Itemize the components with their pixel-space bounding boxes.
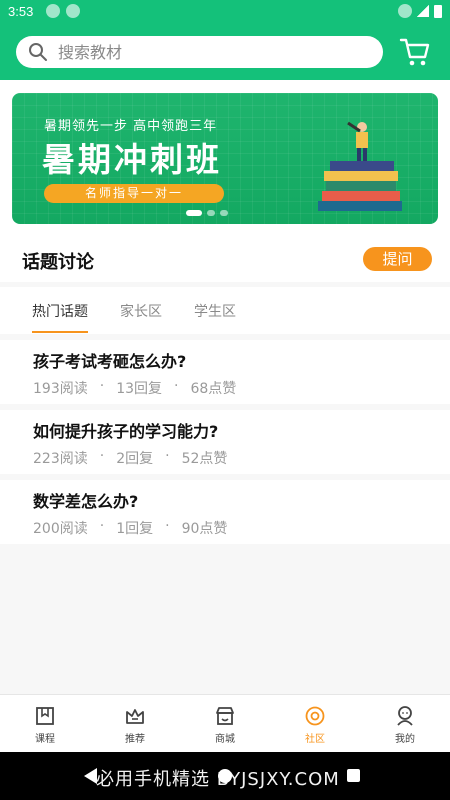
system-nav-bar: 必用手机精选 BYJSJXY.COM (0, 752, 450, 800)
post-reads: 193阅读 (33, 381, 88, 397)
nav-label: 我的 (395, 734, 415, 745)
post-likes: 68点赞 (190, 381, 237, 397)
post-title: 数学差怎么办? (33, 492, 139, 511)
banner-subtitle: 暑期领先一步 高中领跑三年 (44, 119, 218, 134)
tab-hot-topics[interactable]: 热门话题 (32, 301, 88, 321)
promo-banner[interactable]: 暑期领先一步 高中领跑三年 暑期冲刺班 名师指导一对一 (12, 93, 438, 224)
banner-pill: 名师指导一对一 (44, 184, 224, 203)
course-icon (36, 707, 54, 725)
post-reads: 200阅读 (33, 521, 88, 537)
app-header: 3:53 (0, 0, 450, 80)
nav-item-profile[interactable]: 我的 (360, 695, 450, 752)
recent-apps-icon[interactable] (347, 769, 360, 782)
nav-label: 推荐 (125, 734, 145, 745)
tab-parents[interactable]: 家长区 (120, 301, 162, 321)
topic-header: 话题讨论 提问 (0, 236, 450, 282)
tab-students[interactable]: 学生区 (194, 301, 236, 321)
post-replies: 1回复 (116, 521, 154, 537)
crown-icon (126, 709, 144, 724)
carousel-indicator (186, 210, 228, 216)
bottom-nav: 课程 推荐 商城 社区 我的 (0, 694, 450, 752)
status-time: 3:53 (8, 4, 34, 19)
cart-icon[interactable] (399, 36, 431, 68)
nav-item-community[interactable]: 社区 (270, 695, 360, 752)
meta-separator: · (174, 378, 179, 394)
post-replies: 2回复 (116, 451, 154, 467)
list-item[interactable]: 孩子考试考砸怎么办? 193阅读 · 13回复 · 68点赞 (0, 340, 450, 404)
meta-separator: · (99, 448, 105, 464)
nav-label: 商城 (215, 734, 235, 745)
carousel-dot[interactable] (186, 210, 202, 216)
books-illustration (318, 121, 402, 211)
list-item[interactable]: 如何提升孩子的学习能力? 223阅读 · 2回复 · 52点赞 (0, 410, 450, 474)
nav-item-store[interactable]: 商城 (180, 695, 270, 752)
active-tab-indicator (32, 331, 88, 333)
wifi-icon (398, 4, 412, 18)
community-icon (305, 706, 325, 726)
ask-question-button[interactable]: 提问 (363, 247, 432, 271)
nav-item-recommend[interactable]: 推荐 (90, 695, 180, 752)
search-input[interactable] (58, 42, 358, 62)
watermark: 必用手机精选 BYJSJXY.COM (96, 769, 340, 790)
post-title: 孩子考试考砸怎么办? (33, 352, 187, 371)
post-title: 如何提升孩子的学习能力? (33, 422, 219, 441)
battery-icon (434, 4, 442, 18)
search-bar[interactable] (16, 36, 383, 68)
carousel-dot[interactable] (207, 210, 215, 216)
post-reads: 223阅读 (33, 451, 88, 467)
post-likes: 90点赞 (181, 521, 228, 537)
profile-icon (397, 706, 413, 726)
meta-separator: · (165, 448, 170, 464)
store-icon (216, 707, 234, 725)
section-title: 话题讨论 (22, 252, 94, 273)
search-icon (29, 43, 47, 61)
status-bar: 3:53 (0, 0, 450, 24)
meta-separator: · (99, 518, 105, 534)
carousel-dot[interactable] (220, 210, 228, 216)
wifi-alert-icon (46, 4, 60, 18)
nav-label: 社区 (305, 734, 325, 745)
post-replies: 13回复 (116, 381, 163, 397)
signal-icon (417, 5, 429, 17)
banner-title: 暑期冲刺班 (42, 140, 222, 179)
app-notification-icon (66, 4, 80, 18)
meta-separator: · (165, 518, 170, 534)
list-item[interactable]: 数学差怎么办? 200阅读 · 1回复 · 90点赞 (0, 480, 450, 544)
nav-label: 课程 (35, 734, 55, 745)
post-likes: 52点赞 (181, 451, 228, 467)
meta-separator: · (99, 378, 105, 394)
topic-tabs: 热门话题 家长区 学生区 (0, 287, 450, 334)
nav-item-course[interactable]: 课程 (0, 695, 90, 752)
